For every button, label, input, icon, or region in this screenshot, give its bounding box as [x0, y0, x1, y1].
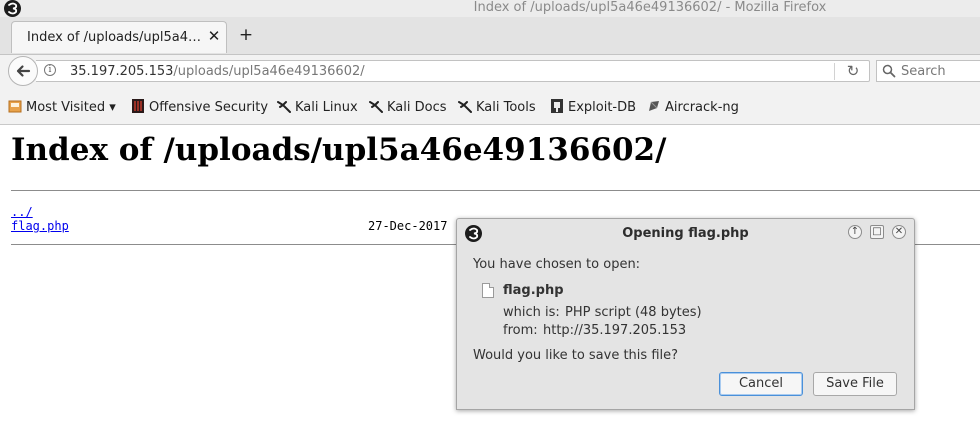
tab-strip: Index of /uploads/upl5a4… ✕ +	[0, 17, 980, 55]
back-arrow-icon	[16, 65, 31, 77]
cancel-button[interactable]: Cancel	[719, 372, 803, 396]
file-link-flag-php[interactable]: flag.php	[11, 219, 69, 233]
dialog-maximize-icon[interactable]: □	[870, 225, 884, 239]
dialog-which-is-value: PHP script (48 bytes)	[565, 305, 702, 320]
url-path: /uploads/upl5a46e49136602/	[173, 64, 365, 79]
url-bar[interactable]: i 35.197.205.153/uploads/upl5a46e4913660…	[36, 60, 870, 82]
bookmark-exploit-db[interactable]: Exploit-DB	[550, 99, 636, 116]
download-dialog: Opening flag.php ↑ □ ✕ You have chosen t…	[456, 218, 915, 410]
dialog-title: Opening flag.php	[622, 226, 749, 241]
reload-icon[interactable]: ↻	[844, 62, 862, 80]
bookmark-label: Most Visited ▾	[26, 100, 116, 115]
list-item: flag.php	[11, 219, 69, 233]
bookmark-label: Aircrack-ng	[665, 100, 739, 115]
file-date-text: 27-Dec-2017 1	[368, 219, 462, 233]
bookmarks-bar: Most Visited ▾ Offensive Security Kali L…	[0, 92, 980, 125]
bookmark-label: Kali Linux	[295, 100, 358, 115]
new-tab-button[interactable]: +	[238, 27, 254, 44]
kali-dragon-icon	[277, 101, 291, 113]
dialog-which-is-label: which is:	[503, 305, 560, 320]
aircrack-icon	[649, 101, 659, 111]
bookmark-label: Offensive Security	[149, 100, 269, 115]
dialog-question: Would you like to save this file?	[473, 348, 679, 363]
url-host: 35.197.205.153	[70, 64, 174, 79]
navigation-bar: i 35.197.205.153/uploads/upl5a46e4913660…	[0, 55, 980, 92]
bookmark-label: Kali Docs	[387, 100, 447, 115]
bookmark-label: Exploit-DB	[568, 100, 637, 115]
back-button[interactable]	[8, 56, 38, 86]
tab-index-uploads[interactable]: Index of /uploads/upl5a4… ✕	[11, 21, 227, 53]
search-placeholder: Search	[901, 64, 946, 79]
bookmark-aircrack-ng[interactable]: Aircrack-ng	[647, 99, 739, 116]
list-item: ../	[11, 205, 69, 219]
file-icon	[482, 283, 494, 298]
dialog-intro: You have chosen to open:	[473, 257, 641, 272]
most-visited-icon	[8, 100, 22, 113]
url-text[interactable]: 35.197.205.153/uploads/upl5a46e49136602/	[70, 64, 365, 79]
window-titlebar: Index of /uploads/upl5a46e49136602/ - Mo…	[0, 0, 980, 17]
dialog-shade-icon[interactable]: ↑	[848, 225, 862, 239]
kali-dragon-icon	[369, 101, 383, 113]
bookmark-kali-tools[interactable]: Kali Tools	[458, 99, 536, 116]
dialog-from-value: http://35.197.205.153	[543, 323, 687, 338]
offensive-security-icon	[132, 99, 144, 113]
page-title: Index of /uploads/upl5a46e49136602/	[11, 132, 667, 168]
file-date: 27-Dec-2017 1	[368, 219, 462, 233]
tab-label: Index of /uploads/upl5a4…	[27, 30, 202, 45]
directory-listing: ../ flag.php	[11, 205, 69, 233]
kali-dragon-icon	[458, 101, 472, 113]
divider	[11, 190, 980, 191]
dialog-filename: flag.php	[503, 283, 564, 298]
bookmark-kali-docs[interactable]: Kali Docs	[369, 99, 447, 116]
search-icon	[882, 64, 896, 78]
bookmark-most-visited[interactable]: Most Visited ▾	[8, 99, 116, 116]
bookmark-kali-linux[interactable]: Kali Linux	[277, 99, 358, 116]
dialog-close-icon[interactable]: ✕	[892, 225, 906, 239]
url-separator	[834, 63, 835, 80]
tab-close-icon[interactable]: ✕	[207, 28, 221, 44]
save-file-button[interactable]: Save File	[813, 372, 897, 396]
site-info-icon[interactable]: i	[44, 64, 56, 76]
exploit-db-icon	[551, 99, 563, 113]
bookmark-label: Kali Tools	[476, 100, 536, 115]
search-bar[interactable]: Search	[876, 60, 980, 82]
dialog-from-label: from:	[503, 323, 538, 338]
window-title: Index of /uploads/upl5a46e49136602/ - Mo…	[473, 0, 827, 15]
parent-directory-link[interactable]: ../	[11, 205, 33, 219]
bookmark-offensive-security[interactable]: Offensive Security	[131, 99, 268, 116]
